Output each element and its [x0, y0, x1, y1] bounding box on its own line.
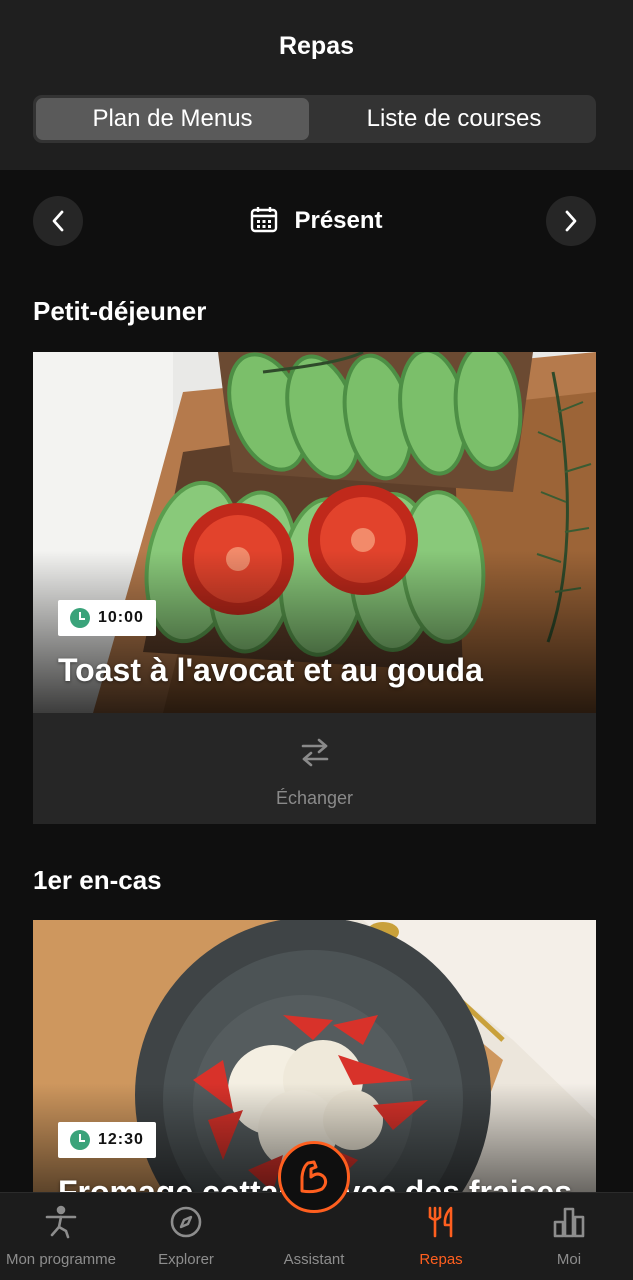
meal-name: Toast à l'avocat et au gouda [58, 652, 483, 688]
tab-label: Explorer [158, 1251, 214, 1268]
date-navigator: Présent [0, 196, 633, 248]
date-display[interactable]: Présent [0, 196, 633, 246]
chevron-right-icon [565, 210, 577, 232]
section-title-snack: 1er en-cas [33, 865, 162, 895]
next-day-button[interactable] [546, 196, 596, 246]
tab-label: Moi [556, 1251, 582, 1268]
swap-meal-button[interactable]: Échanger [33, 713, 596, 824]
section-title-breakfast: Petit-déjeuner [33, 296, 207, 326]
top-header: Repas Plan de Menus Liste de courses [0, 0, 633, 170]
tab-label: Mon programme [5, 1251, 117, 1268]
compass-icon [170, 1206, 202, 1238]
meal-time: 10:00 [98, 609, 144, 626]
tab-plan-de-menus[interactable]: Plan de Menus [36, 98, 309, 140]
time-badge: 12:30 [58, 1122, 156, 1158]
tab-moi[interactable]: Moi [513, 1205, 625, 1275]
tab-mon-programme[interactable]: Mon programme [0, 1205, 122, 1275]
tab-liste-de-courses[interactable]: Liste de courses [315, 98, 593, 140]
flex-arm-icon [300, 1160, 328, 1194]
time-badge: 10:00 [58, 600, 156, 636]
date-label: Présent [294, 207, 383, 234]
swap-label: Échanger [275, 788, 354, 808]
chevron-left-icon [52, 210, 64, 232]
tab-label: Repas [419, 1251, 463, 1268]
meal-time: 12:30 [98, 1131, 144, 1148]
person-stretch-icon [45, 1205, 77, 1239]
fork-knife-icon [428, 1206, 453, 1238]
page-title: Repas [278, 32, 355, 60]
swap-arrows-icon [301, 738, 328, 767]
segmented-control: Plan de Menus Liste de courses [33, 95, 596, 143]
meal-card-breakfast[interactable]: 10:00 Toast à l'avocat et au gouda [33, 352, 596, 713]
tab-label: Assistant [283, 1251, 345, 1268]
clock-icon [70, 608, 90, 628]
tab-repas[interactable]: Repas [385, 1205, 497, 1275]
clock-icon [70, 1130, 90, 1150]
previous-day-button[interactable] [33, 196, 83, 246]
tab-explorer[interactable]: Explorer [130, 1205, 242, 1275]
assistant-button[interactable] [278, 1141, 350, 1213]
bar-chart-icon [553, 1207, 585, 1238]
calendar-icon [250, 205, 278, 238]
tab-assistant[interactable]: Assistant [258, 1205, 370, 1275]
